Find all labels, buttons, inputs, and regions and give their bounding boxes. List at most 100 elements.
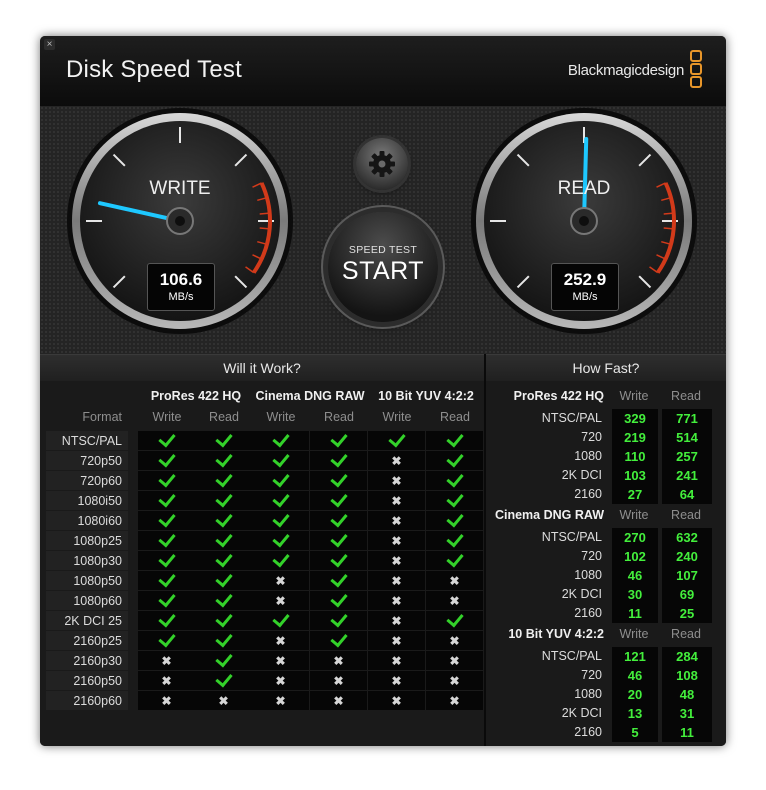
- close-button[interactable]: ×: [44, 39, 55, 50]
- read-value-cell: 241: [662, 466, 712, 485]
- speed-test-start-button[interactable]: SPEED TEST START: [328, 212, 438, 322]
- table-row: 720 219 514: [486, 428, 726, 447]
- supported-cell: [310, 589, 367, 610]
- check-icon: [157, 489, 176, 508]
- table-row: 720 102 240: [486, 547, 726, 566]
- unsupported-cell: ✖: [195, 691, 252, 710]
- read-value-cell: 771: [662, 409, 712, 428]
- check-icon: [329, 609, 348, 628]
- check-icon: [329, 589, 348, 608]
- unsupported-cell: ✖: [310, 671, 367, 690]
- read-speed: 240: [676, 549, 698, 564]
- supported-cell: [195, 509, 252, 530]
- format-label: 1080: [574, 449, 602, 463]
- unsupported-cell: ✖: [368, 651, 425, 670]
- table-row: 1080 20 48: [486, 685, 726, 704]
- format-label: 2K DCI 25: [64, 614, 122, 628]
- check-icon: [157, 429, 176, 448]
- check-icon: [214, 529, 233, 548]
- read-value-cell: 107: [662, 566, 712, 585]
- cross-icon: ✖: [391, 513, 402, 528]
- unsupported-cell: ✖: [252, 691, 309, 710]
- cross-icon: ✖: [391, 593, 402, 608]
- supported-cell: [195, 669, 252, 690]
- write-value-cell: 27: [612, 485, 658, 504]
- check-icon: [214, 489, 233, 508]
- cross-icon: ✖: [275, 633, 286, 648]
- read-speed: 25: [679, 606, 695, 621]
- read-speed: 514: [676, 430, 698, 445]
- supported-cell: [310, 609, 367, 630]
- write-value-cell: 219: [612, 428, 658, 447]
- unsupported-cell: ✖: [368, 591, 425, 610]
- unsupported-cell: ✖: [138, 691, 195, 710]
- check-icon: [329, 429, 348, 448]
- start-button-label: START: [341, 257, 425, 285]
- write-readout: 106.6 MB/s: [147, 263, 215, 311]
- supported-cell: [426, 529, 483, 550]
- read-speed: 31: [679, 706, 695, 721]
- supported-cell: [252, 449, 309, 470]
- format-label: 2K DCI: [561, 706, 602, 720]
- table-row: 1080i60 ✖: [46, 509, 483, 531]
- cross-icon: ✖: [161, 693, 172, 708]
- supported-cell: [138, 429, 195, 450]
- unsupported-cell: ✖: [252, 671, 309, 690]
- supported-cell: [138, 549, 195, 570]
- table-row: 2160p30 ✖ ✖ ✖ ✖ ✖: [46, 649, 483, 671]
- how-fast-group-header: Cinema DNG RAW: [494, 508, 604, 522]
- table-row: 1080p25 ✖: [46, 529, 483, 551]
- supported-cell: [195, 429, 252, 450]
- write-value-cell: 5: [612, 723, 658, 742]
- column-header-read: Read: [324, 410, 354, 424]
- unsupported-cell: ✖: [368, 471, 425, 490]
- unsupported-cell: ✖: [426, 591, 483, 610]
- how-fast-group-header: 10 Bit YUV 4:2:2: [508, 627, 604, 641]
- read-value-cell: 48: [662, 685, 712, 704]
- format-label: 720p60: [80, 474, 122, 488]
- read-speed: 632: [676, 530, 698, 545]
- format-cell: 720p50: [46, 451, 128, 470]
- column-header-read: Read: [440, 410, 470, 424]
- settings-button[interactable]: [356, 138, 408, 190]
- check-icon: [271, 429, 290, 448]
- write-speed: 30: [627, 587, 643, 602]
- supported-cell: [426, 549, 483, 570]
- cross-icon: ✖: [275, 653, 286, 668]
- unsupported-cell: ✖: [426, 631, 483, 650]
- check-icon: [157, 509, 176, 528]
- check-icon: [329, 469, 348, 488]
- supported-cell: [138, 449, 195, 470]
- cross-icon: ✖: [333, 693, 344, 708]
- write-speed: 20: [627, 687, 643, 702]
- unsupported-cell: ✖: [368, 491, 425, 510]
- read-value-cell: 240: [662, 547, 712, 566]
- supported-cell: [138, 529, 195, 550]
- unsupported-cell: ✖: [252, 651, 309, 670]
- check-icon: [387, 429, 406, 448]
- write-value-cell: 46: [612, 666, 658, 685]
- format-cell: 1080i60: [46, 511, 128, 530]
- read-speed: 69: [679, 587, 695, 602]
- read-speed-unit: MB/s: [572, 291, 598, 303]
- check-icon: [271, 469, 290, 488]
- cross-icon: ✖: [449, 673, 460, 688]
- how-fast-group-header: ProRes 422 HQ: [513, 389, 604, 403]
- format-cell: 2K DCI 25: [46, 611, 128, 630]
- supported-cell: [252, 549, 309, 570]
- cross-icon: ✖: [275, 673, 286, 688]
- column-header-write: Write: [382, 410, 412, 424]
- how-fast-header: How Fast?: [486, 354, 726, 381]
- read-value-cell: 64: [662, 485, 712, 504]
- unsupported-cell: ✖: [368, 571, 425, 590]
- read-value-cell: 25: [662, 604, 712, 623]
- unsupported-cell: ✖: [252, 591, 309, 610]
- check-icon: [157, 569, 176, 588]
- cross-icon: ✖: [391, 673, 402, 688]
- format-label: 2160p60: [73, 694, 122, 708]
- format-label: 720: [581, 549, 602, 563]
- redline-tick: [259, 227, 270, 230]
- check-icon: [214, 589, 233, 608]
- write-speed-value: 106.6: [159, 270, 203, 289]
- supported-cell: [310, 469, 367, 490]
